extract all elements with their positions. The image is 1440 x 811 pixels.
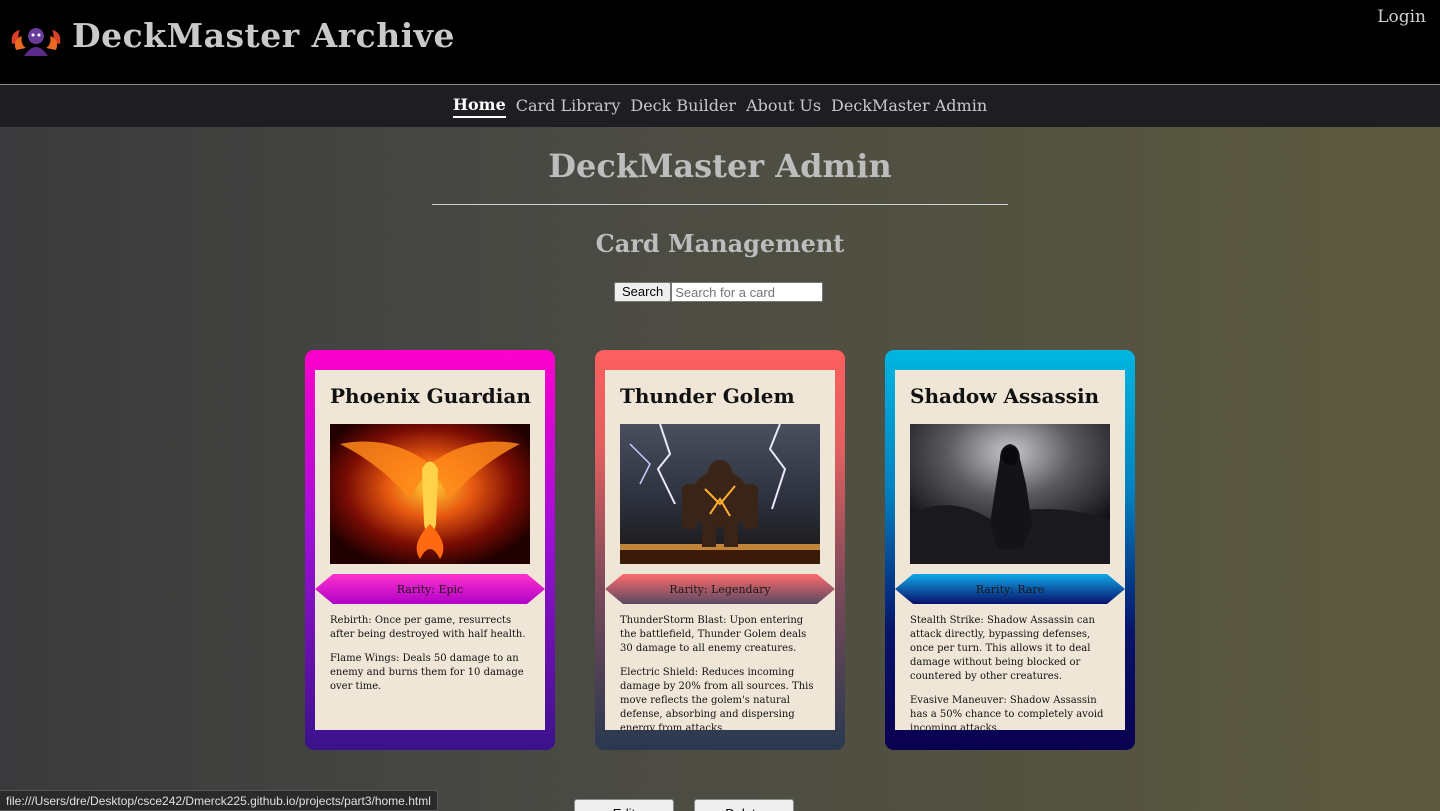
rarity-banner: Rarity: Legendary <box>605 574 835 604</box>
search-bar: Search <box>614 282 824 302</box>
ability-text: Flame Wings: Deals 50 damage to an enemy… <box>330 653 524 692</box>
nav-item-card-library[interactable]: Card Library <box>516 96 621 117</box>
delete-button[interactable]: Delete <box>694 799 794 811</box>
card-thunder-golem[interactable]: Thunder Golem Rarity: Legendary ThunderS… <box>595 350 845 750</box>
card-phoenix-guardian[interactable]: Phoenix Guardian Rarity: Epic Rebirth: O… <box>305 350 555 750</box>
card-name: Thunder Golem <box>620 384 795 408</box>
card-face: Shadow Assassin Rarity: Rare Stealth Str… <box>895 370 1125 730</box>
card-name: Shadow Assassin <box>910 384 1100 408</box>
search-input[interactable] <box>671 282 824 302</box>
card-abilities: Rebirth: Once per game, resurrects after… <box>330 614 532 704</box>
card-shadow-assassin[interactable]: Shadow Assassin Rarity: Rare Stealth Str… <box>885 350 1135 750</box>
top-header: DeckMaster Archive Login <box>0 0 1440 85</box>
nav-item-deckmaster-admin[interactable]: DeckMaster Admin <box>831 96 987 117</box>
page-title: DeckMaster Admin <box>548 147 892 185</box>
login-link[interactable]: Login <box>1377 7 1426 27</box>
rarity-banner: Rarity: Epic <box>315 574 545 604</box>
card-face: Thunder Golem Rarity: Legendary ThunderS… <box>605 370 835 730</box>
card-name: Phoenix Guardian <box>330 384 531 408</box>
ability-text: ThunderStorm Blast: Upon entering the ba… <box>620 615 807 654</box>
nav-item-deck-builder[interactable]: Deck Builder <box>630 96 736 117</box>
search-button[interactable]: Search <box>614 282 672 302</box>
nav-item-home[interactable]: Home <box>452 95 506 118</box>
card-face: Phoenix Guardian Rarity: Epic Rebirth: O… <box>315 370 545 730</box>
main-nav: Home Card Library Deck Builder About Us … <box>0 85 1440 127</box>
section-title: Card Management <box>595 229 845 258</box>
card-abilities: ThunderStorm Blast: Upon entering the ba… <box>620 614 822 730</box>
status-bar-url: file:///Users/dre/Desktop/csce242/Dmerck… <box>0 790 438 811</box>
ability-text: Evasive Maneuver: Shadow Assassin has a … <box>910 695 1104 730</box>
ability-text: Electric Shield: Reduces incoming damage… <box>620 667 814 730</box>
nav-item-about-us[interactable]: About Us <box>746 96 821 117</box>
phoenix-image <box>330 424 530 564</box>
thunder-golem-image <box>620 424 820 564</box>
card-abilities: Stealth Strike: Shadow Assassin can atta… <box>910 614 1112 730</box>
site-title: DeckMaster Archive <box>72 16 455 55</box>
ability-text: Stealth Strike: Shadow Assassin can atta… <box>910 615 1095 682</box>
shadow-assassin-image <box>910 424 1110 564</box>
logo-icon[interactable] <box>8 22 64 58</box>
ability-text: Rebirth: Once per game, resurrects after… <box>330 615 526 640</box>
title-divider <box>432 204 1008 205</box>
edit-button[interactable]: Edit <box>574 799 674 811</box>
rarity-banner: Rarity: Rare <box>895 574 1125 604</box>
